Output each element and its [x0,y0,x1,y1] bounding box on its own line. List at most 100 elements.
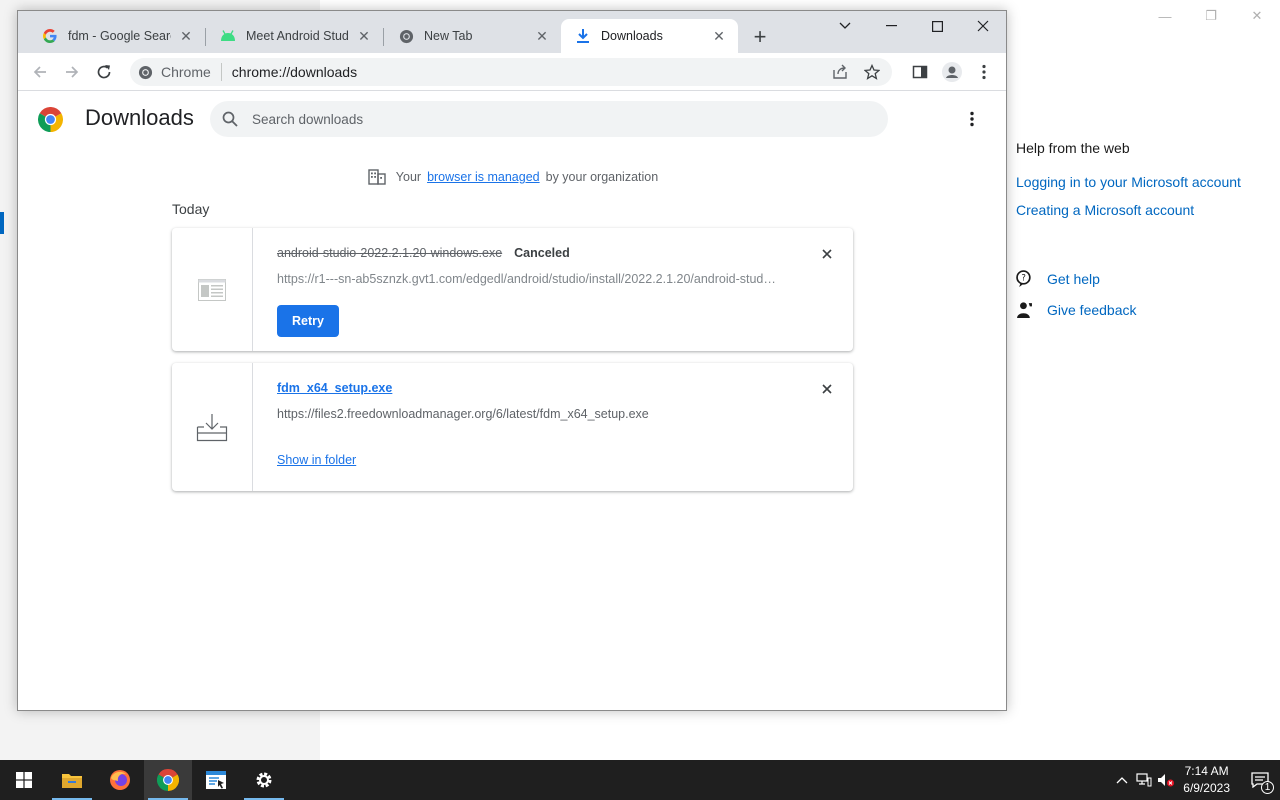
search-input[interactable] [252,111,852,127]
chat-help-icon: ? [1016,270,1031,287]
taskbar-file-explorer[interactable] [48,760,96,800]
get-help-link[interactable]: ? Get help [1016,270,1276,287]
taskbar-chrome[interactable] [144,760,192,800]
taskbar-app[interactable] [192,760,240,800]
download-item: fdm_x64_setup.exe https://files2.freedow… [172,363,853,491]
managed-suffix: by your organization [545,170,659,184]
download-url: https://r1---sn-ab5sznzk.gvt1.com/edgedl… [277,272,777,286]
remove-download-button[interactable] [817,244,837,264]
download-url: https://files2.freedownloadmanager.org/6… [277,407,649,421]
tab-title: fdm - Google Search [68,29,171,43]
back-button[interactable] [26,59,54,85]
chrome-icon [398,28,414,44]
start-button[interactable] [0,760,48,800]
site-info-chip[interactable]: Chrome [138,63,222,81]
tab-google-search[interactable]: fdm - Google Search ✕ [28,19,205,53]
help-title: Help from the web [1016,140,1130,156]
google-g-icon [42,28,58,44]
maximize-icon[interactable] [914,11,960,41]
file-name: android-studio-2022.2.1.20-windows.exe [277,246,503,260]
minimize-icon[interactable]: — [1142,0,1188,32]
retry-button[interactable]: Retry [277,305,339,337]
downloads-page: Downloads Your browser is managed by you… [18,91,1006,710]
action-center-button[interactable]: 1 [1240,760,1280,800]
file-icon [198,278,226,301]
file-explorer-icon [62,774,82,788]
settings-nav-selection-indicator [0,212,4,234]
url-text[interactable]: chrome://downloads [232,64,357,80]
restore-icon[interactable]: ❐ [1188,0,1234,32]
give-feedback-label: Give feedback [1047,301,1137,318]
new-tab-button[interactable]: + [748,24,772,49]
side-panel-button[interactable] [906,59,934,85]
app-icon [206,771,226,789]
managed-notice: Your browser is managed by your organiza… [18,169,1006,185]
close-icon [822,384,832,394]
search-downloads-box[interactable] [210,101,888,137]
window-controls [822,11,1006,41]
tab-new-tab[interactable]: New Tab ✕ [384,19,561,53]
close-icon[interactable]: ✕ [1234,0,1280,32]
close-icon[interactable]: ✕ [710,27,728,45]
managed-prefix: Your [395,170,422,184]
forward-arrow-icon [66,66,79,78]
back-arrow-icon [33,66,46,78]
close-icon[interactable]: ✕ [177,27,195,45]
browser-managed-link[interactable]: browser is managed [427,170,540,184]
close-window-icon[interactable] [960,11,1006,41]
help-panel: Help from the web Logging in to your Mic… [1016,140,1276,332]
kebab-menu-icon [982,64,986,80]
settings-icon [256,772,272,788]
settings-window-controls: — ❐ ✕ [1142,0,1280,32]
downloads-header: Downloads [18,91,1006,147]
close-icon[interactable]: ✕ [533,27,551,45]
bookmark-star-icon[interactable] [862,62,882,82]
tab-title: Meet Android Studio [246,29,349,43]
kebab-menu-icon [970,111,974,127]
close-icon [822,249,832,259]
chrome-menu-button[interactable] [970,59,998,85]
windows-start-icon [16,772,32,788]
file-name-link[interactable]: fdm_x64_setup.exe [277,381,392,395]
give-feedback-link[interactable]: Give feedback [1016,301,1276,318]
file-name-row: android-studio-2022.2.1.20-windows.exe C… [277,246,853,260]
profile-button[interactable] [938,59,966,85]
tab-title: New Tab [424,29,473,43]
date-header: Today [172,201,210,217]
taskbar-settings[interactable] [240,760,288,800]
firefox-icon [110,770,130,790]
close-icon[interactable]: ✕ [355,27,373,45]
forward-button[interactable] [58,59,86,85]
tab-title: Downloads [601,29,663,43]
feedback-icon [1017,302,1032,318]
share-icon[interactable] [830,62,850,82]
help-link-login[interactable]: Logging in to your Microsoft account [1016,174,1276,190]
tab-search-icon[interactable] [822,11,868,41]
volume-muted-icon[interactable] [1155,760,1177,800]
chevron-up-icon[interactable] [1111,760,1133,800]
reload-button[interactable] [90,59,118,85]
download-status: Canceled [514,246,570,260]
file-icon-column [172,228,253,351]
downloads-menu-button[interactable] [962,109,982,129]
taskbar-firefox[interactable] [96,760,144,800]
file-icon-column [172,363,253,491]
clock-time: 7:14 AM [1184,764,1229,778]
chrome-icon [157,769,179,791]
remove-download-button[interactable] [817,379,837,399]
chrome-window: fdm - Google Search ✕ Meet Android Studi… [17,10,1007,711]
clock[interactable]: 7:14 AM 6/9/2023 [1183,763,1230,797]
show-in-folder-link[interactable]: Show in folder [277,453,356,467]
help-link-create-account[interactable]: Creating a Microsoft account [1016,202,1276,218]
download-details: fdm_x64_setup.exe https://files2.freedow… [277,363,853,469]
download-tray-icon [196,414,228,442]
address-bar[interactable]: Chrome chrome://downloads [130,58,892,86]
network-icon[interactable] [1133,760,1155,800]
minimize-icon[interactable] [868,11,914,41]
omnibox-actions [830,62,882,82]
tab-downloads[interactable]: Downloads ✕ [561,19,738,53]
android-icon [220,28,236,44]
chip-label: Chrome [161,64,211,80]
download-details: android-studio-2022.2.1.20-windows.exe C… [277,228,853,337]
tab-android-studio[interactable]: Meet Android Studio ✕ [206,19,383,53]
